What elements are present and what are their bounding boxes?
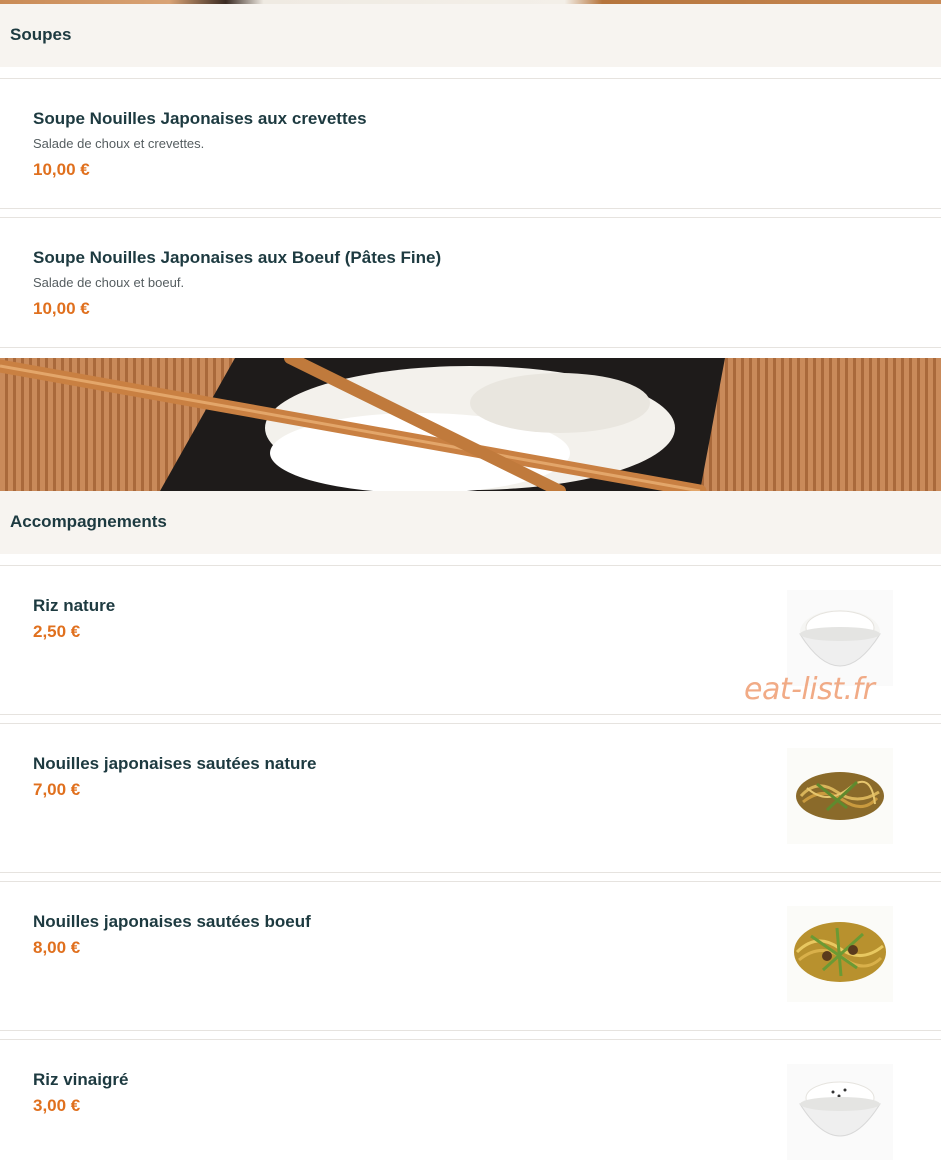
section-title: Accompagnements — [10, 512, 167, 531]
noodles-icon — [787, 748, 893, 844]
item-name: Nouilles japonaises sautées boeuf — [33, 912, 311, 931]
noodles-beef-icon — [787, 906, 893, 1002]
section-header-soupes: Soupes — [0, 4, 941, 67]
item-name: Riz nature — [33, 596, 116, 615]
divider — [0, 872, 941, 873]
divider — [0, 714, 941, 715]
item-name: Soupe Nouilles Japonaises aux Boeuf (Pât… — [33, 248, 442, 267]
item-price: 8,00 € — [33, 938, 81, 957]
menu-item[interactable]: Soupe Nouilles Japonaises aux crevettes … — [0, 79, 941, 208]
divider — [0, 347, 941, 348]
category-banner-image — [0, 358, 941, 491]
menu-item[interactable]: Nouilles japonaises sautées nature 7,00 … — [0, 724, 941, 872]
menu-item[interactable]: Nouilles japonaises sautées boeuf 8,00 € — [0, 882, 941, 1030]
item-description: Salade de choux et crevettes. — [33, 136, 205, 151]
item-name: Riz vinaigré — [33, 1070, 129, 1089]
item-description: Salade de choux et boeuf. — [33, 275, 185, 290]
item-price: 7,00 € — [33, 780, 81, 799]
rice-chopsticks-illustration — [0, 358, 941, 491]
menu-item[interactable]: Riz vinaigré 3,00 € — [0, 1040, 941, 1174]
section-header-accompagnements: Accompagnements — [0, 491, 941, 554]
watermark-text: eat-list.fr — [744, 672, 875, 707]
item-name: Soupe Nouilles Japonaises aux crevettes — [33, 109, 367, 128]
menu-item[interactable]: Soupe Nouilles Japonaises aux Boeuf (Pât… — [0, 218, 941, 347]
vinegar-rice-bowl-icon — [787, 1064, 893, 1160]
item-price: 10,00 € — [33, 299, 90, 318]
divider — [0, 208, 941, 209]
item-price: 10,00 € — [33, 160, 90, 179]
item-name: Nouilles japonaises sautées nature — [33, 754, 317, 773]
item-price: 3,00 € — [33, 1096, 81, 1115]
divider — [0, 1030, 941, 1031]
section-title: Soupes — [10, 25, 72, 44]
item-price: 2,50 € — [33, 622, 81, 641]
